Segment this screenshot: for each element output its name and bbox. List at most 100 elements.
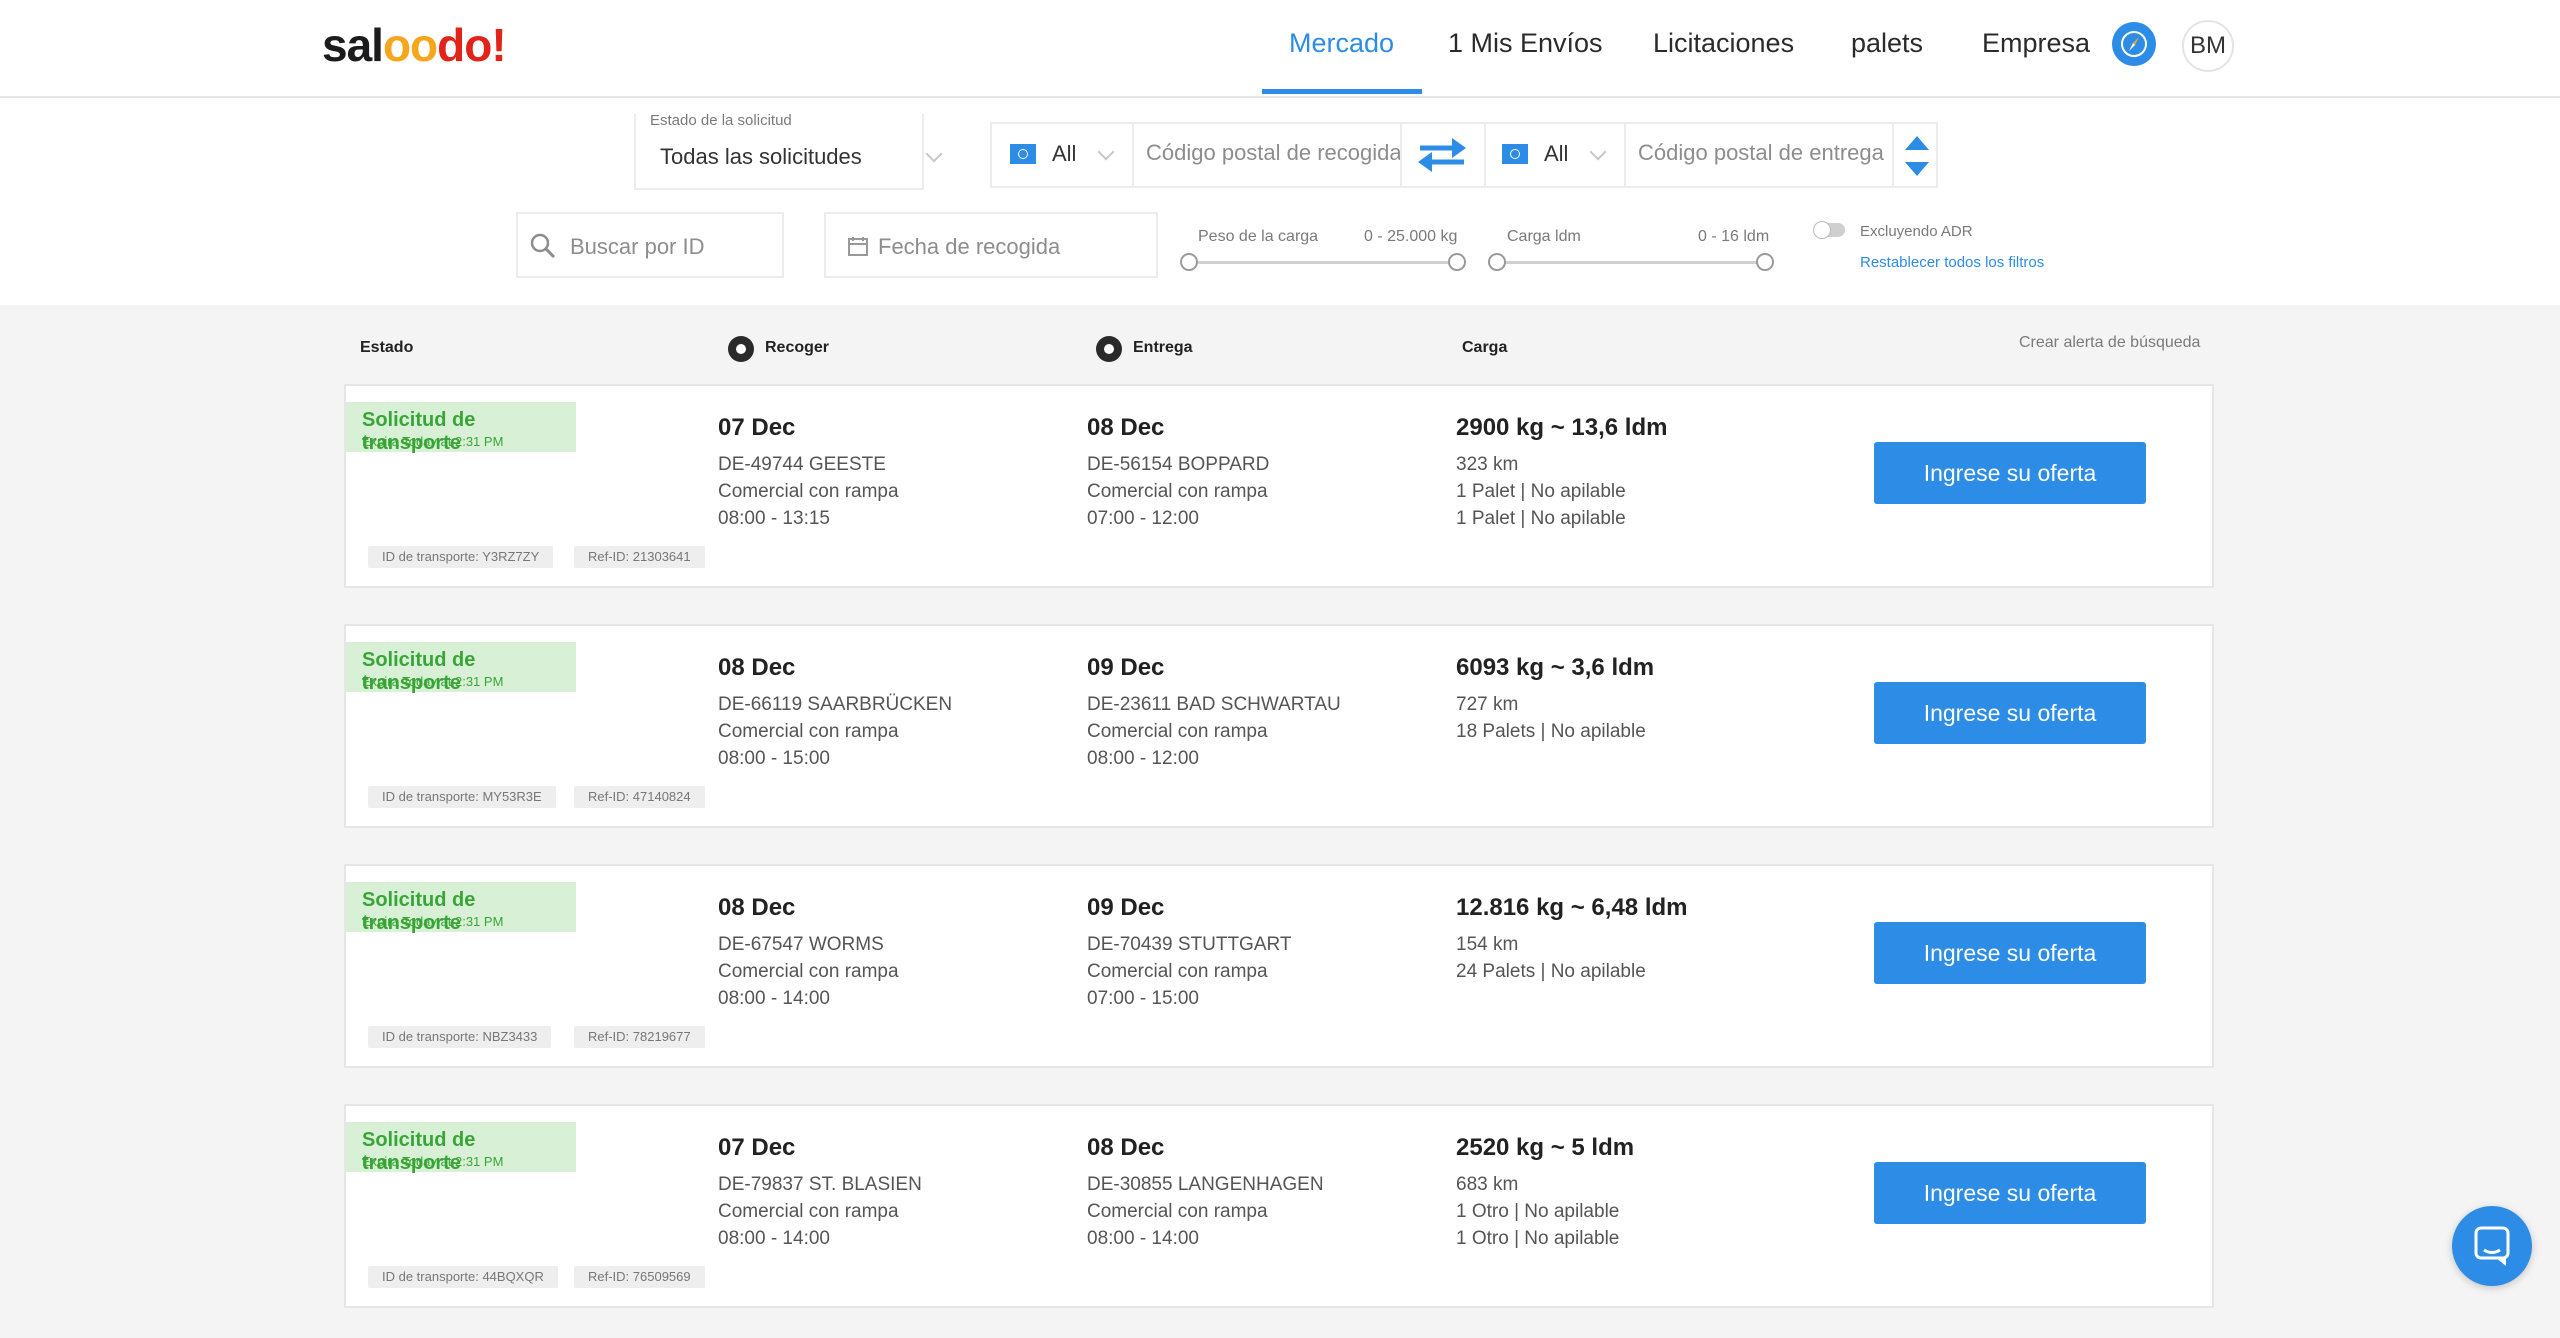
adr-toggle[interactable] — [1813, 221, 1845, 239]
cargo-weight: 6093 kg ~ 3,6 ldm — [1456, 654, 1655, 681]
delivery-type: Comercial con rampa — [1087, 481, 1268, 502]
shipment-card[interactable]: Solicitud de transporte Expira Today at … — [344, 864, 2214, 1068]
ldm-slider-label: Carga ldm — [1507, 228, 1581, 245]
status-badge: Solicitud de transporte Expira Today at … — [346, 882, 576, 934]
pickup-type: Comercial con rampa — [718, 481, 899, 502]
weight-slider-min-handle[interactable] — [1180, 253, 1198, 271]
transport-id-chip: ID de transporte: MY53R3E — [368, 786, 556, 808]
pickup-type: Comercial con rampa — [718, 721, 899, 742]
delivery-type: Comercial con rampa — [1087, 721, 1268, 742]
cargo-distance: 727 km — [1456, 694, 1519, 715]
column-estado: Estado — [360, 339, 414, 356]
cargo-line: 1 Otro | No apilable — [1456, 1228, 1620, 1249]
top-navbar: saloodo! Mercado 1 Mis Envíos Licitacion… — [0, 0, 2560, 98]
status-select-value: Todas las solicitudes — [660, 144, 862, 169]
status-badge: Solicitud de transporte Expira Today at … — [346, 402, 576, 454]
delivery-place: DE-23611 BAD SCHWARTAU — [1087, 694, 1341, 715]
saloodo-logo[interactable]: saloodo! — [322, 18, 507, 72]
transport-id-chip: ID de transporte: 44BQXQR — [368, 1266, 558, 1288]
calendar-icon — [848, 236, 868, 261]
delivery-zip-input[interactable]: Código postal de entrega — [1638, 140, 1884, 166]
delivery-date: 09 Dec — [1087, 654, 1165, 681]
delivery-country-select[interactable]: All — [1544, 141, 1568, 167]
pickup-place: DE-66119 SAARBRÜCKEN — [718, 694, 953, 715]
delivery-type: Comercial con rampa — [1087, 961, 1268, 982]
delivery-hours: 08:00 - 14:00 — [1087, 1228, 1199, 1249]
ref-id-chip: Ref-ID: 76509569 — [574, 1266, 705, 1288]
cargo-weight: 12.816 kg ~ 6,48 ldm — [1456, 894, 1688, 921]
weight-slider-max-handle[interactable] — [1448, 253, 1466, 271]
pickup-country-select[interactable]: All — [1052, 141, 1076, 167]
search-id-placeholder: Buscar por ID — [570, 234, 705, 259]
cargo-line: 1 Otro | No apilable — [1456, 1201, 1620, 1222]
pickup-date-placeholder: Fecha de recogida — [878, 234, 1061, 259]
delivery-type: Comercial con rampa — [1087, 1201, 1268, 1222]
status-badge: Solicitud de transporte Expira Today at … — [346, 642, 576, 694]
nav-mis-envios[interactable]: 1 Mis Envíos — [1448, 28, 1603, 59]
ldm-slider-max-handle[interactable] — [1756, 253, 1774, 271]
pickup-hours: 08:00 - 15:00 — [718, 748, 830, 769]
delivery-hours: 07:00 - 12:00 — [1087, 508, 1199, 529]
delivery-pin-icon — [1096, 336, 1122, 362]
ref-id-chip: Ref-ID: 47140824 — [574, 786, 705, 808]
nav-empresa[interactable]: Empresa — [1982, 28, 2090, 59]
create-search-alert-link[interactable]: Crear alerta de búsqueda — [2019, 334, 2200, 352]
adr-toggle-label: Excluyendo ADR — [1860, 223, 1973, 240]
user-avatar[interactable]: BM — [2182, 20, 2234, 72]
column-recoger: Recoger — [765, 339, 830, 356]
column-carga: Carga — [1462, 339, 1508, 356]
weight-slider-label: Peso de la carga — [1198, 228, 1319, 245]
place-offer-button[interactable]: Ingrese su oferta — [1874, 1162, 2146, 1224]
active-nav-underline — [1262, 89, 1422, 94]
ldm-slider-min-handle[interactable] — [1488, 253, 1506, 271]
place-offer-button[interactable]: Ingrese su oferta — [1874, 442, 2146, 504]
pickup-date: 08 Dec — [718, 654, 796, 681]
place-offer-button[interactable]: Ingrese su oferta — [1874, 922, 2146, 984]
pickup-country-flag-icon — [1010, 144, 1036, 164]
pickup-zip-input[interactable]: Código postal de recogida — [1146, 140, 1402, 166]
sort-arrows-icon[interactable] — [1904, 136, 1930, 181]
pickup-place: DE-79837 ST. BLASIEN — [718, 1174, 922, 1195]
nav-palets[interactable]: palets — [1851, 28, 1923, 59]
cargo-distance: 154 km — [1456, 934, 1519, 955]
shipment-card[interactable]: Solicitud de transporte Expira Today at … — [344, 384, 2214, 588]
divider — [1132, 122, 1134, 188]
transport-id-chip: ID de transporte: Y3RZ7ZY — [368, 546, 554, 568]
compass-icon[interactable] — [2112, 22, 2156, 66]
delivery-date: 08 Dec — [1087, 414, 1165, 441]
delivery-place: DE-56154 BOPPARD — [1087, 454, 1270, 475]
column-entrega: Entrega — [1133, 339, 1193, 356]
status-expiry: Expira Today at 2:31 PM — [362, 674, 504, 689]
delivery-date: 09 Dec — [1087, 894, 1165, 921]
ldm-slider-track[interactable] — [1496, 261, 1766, 264]
weight-slider-range: 0 - 25.000 kg — [1364, 228, 1458, 245]
place-offer-button[interactable]: Ingrese su oferta — [1874, 682, 2146, 744]
shipment-card[interactable]: Solicitud de transporte Expira Today at … — [344, 1104, 2214, 1308]
divider — [1484, 122, 1486, 188]
nav-licitaciones[interactable]: Licitaciones — [1653, 28, 1794, 59]
delivery-place: DE-30855 LANGENHAGEN — [1087, 1174, 1324, 1195]
cargo-distance: 323 km — [1456, 454, 1519, 475]
nav-mercado[interactable]: Mercado — [1289, 28, 1394, 59]
pickup-place: DE-49744 GEESTE — [718, 454, 886, 475]
weight-slider-track[interactable] — [1188, 261, 1458, 264]
logo-part-2: oo — [382, 19, 438, 71]
chat-icon[interactable] — [2452, 1206, 2532, 1286]
reset-filters-link[interactable]: Restablecer todos los filtros — [1860, 254, 2044, 271]
delivery-place: DE-70439 STUTTGART — [1087, 934, 1292, 955]
search-icon — [530, 233, 556, 264]
pickup-pin-icon — [728, 336, 754, 362]
cargo-line: 18 Palets | No apilable — [1456, 721, 1646, 742]
pickup-hours: 08:00 - 14:00 — [718, 988, 830, 1009]
status-expiry: Expira Today at 2:31 PM — [362, 1154, 504, 1169]
ref-id-chip: Ref-ID: 78219677 — [574, 1026, 705, 1048]
delivery-country-flag-icon — [1502, 144, 1528, 164]
logo-part-1: sal — [322, 19, 384, 71]
ref-id-chip: Ref-ID: 21303641 — [574, 546, 705, 568]
status-expiry: Expira Today at 2:31 PM — [362, 914, 504, 929]
logo-part-3: do! — [437, 19, 507, 71]
cargo-weight: 2520 kg ~ 5 ldm — [1456, 1134, 1635, 1161]
shipment-card[interactable]: Solicitud de transporte Expira Today at … — [344, 624, 2214, 828]
pickup-date: 07 Dec — [718, 414, 796, 441]
swap-arrows-icon[interactable] — [1416, 132, 1468, 181]
